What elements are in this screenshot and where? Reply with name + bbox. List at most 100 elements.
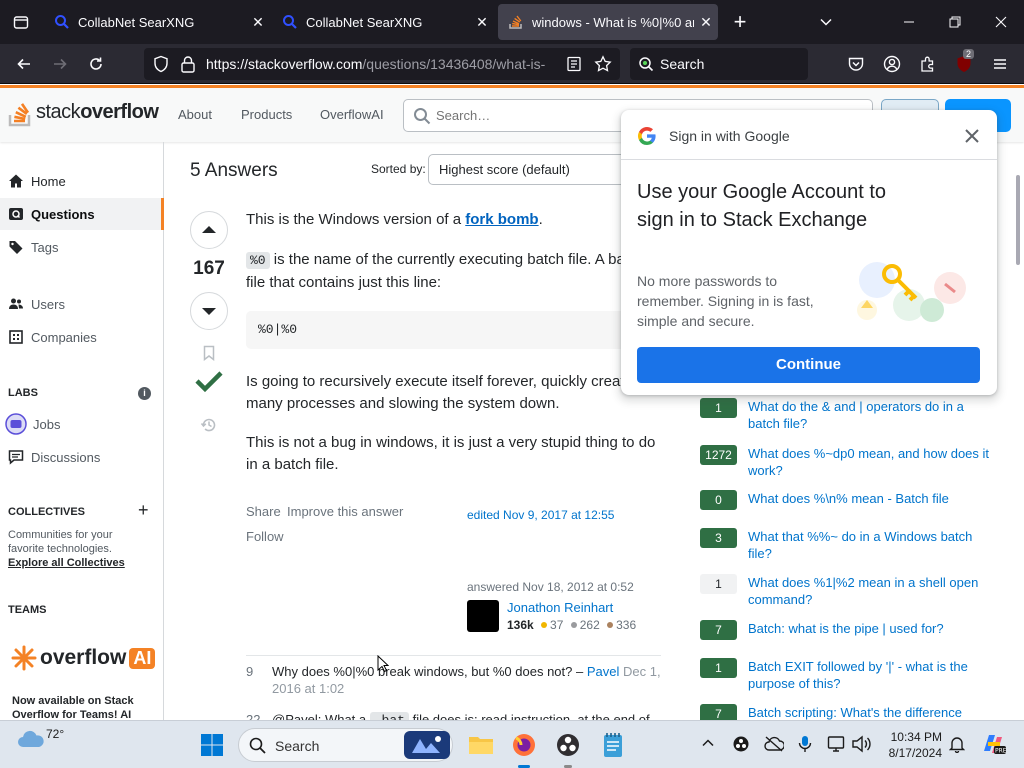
nav-overflowai[interactable]: OverflowAI — [320, 107, 384, 122]
url-text[interactable]: https://stackoverflow.com/questions/1343… — [206, 56, 556, 72]
question-link[interactable]: Batch scripting: What's the difference — [748, 704, 998, 720]
close-window-icon[interactable] — [986, 8, 1016, 36]
upvote-button[interactable] — [190, 211, 228, 249]
user-name-link[interactable]: Jonathon Reinhart — [507, 600, 613, 615]
question-link[interactable]: What does %~dp0 mean, and how does it wo… — [748, 445, 998, 479]
paragraph-text: This is the Windows version of a — [246, 211, 466, 228]
so-logo[interactable]: stack overflow — [8, 97, 159, 127]
url-bar[interactable]: https://stackoverflow.com/questions/1343… — [144, 48, 620, 80]
nav-about[interactable]: About — [178, 107, 212, 122]
sort-select[interactable]: Highest score (default) — [428, 154, 628, 185]
page-scrollbar[interactable] — [1016, 175, 1020, 265]
key-illustration-icon — [857, 262, 966, 322]
continue-button[interactable]: Continue — [637, 347, 980, 383]
taskbar-search[interactable]: Search — [238, 728, 453, 762]
question-link[interactable]: What does %1|%2 mean in a shell open com… — [748, 574, 998, 608]
history-icon[interactable] — [200, 416, 218, 434]
forward-icon[interactable] — [46, 50, 74, 78]
close-icon[interactable]: ✕ — [470, 14, 494, 31]
new-tab-icon[interactable]: + — [725, 8, 755, 36]
question-score-badge: 3 — [700, 528, 737, 548]
fork-bomb-link[interactable]: fork bomb — [465, 211, 538, 228]
display-icon[interactable] — [827, 735, 847, 753]
back-icon[interactable] — [10, 50, 38, 78]
follow-link[interactable]: Follow — [246, 529, 284, 544]
gold-badge-icon — [541, 622, 548, 628]
question-link[interactable]: Batch: what is the pipe | used for? — [748, 620, 998, 637]
nav-products[interactable]: Products — [241, 107, 292, 122]
cloud-sync-icon[interactable] — [764, 735, 784, 753]
file-explorer-icon[interactable] — [465, 729, 497, 761]
windows-start-icon[interactable] — [196, 729, 228, 761]
info-icon[interactable]: i — [138, 387, 151, 400]
sidebar-item-users[interactable]: Users — [0, 288, 164, 320]
sidebar-item-companies[interactable]: Companies — [0, 321, 164, 353]
weather-widget[interactable]: 72° — [16, 727, 64, 751]
downvote-button[interactable] — [190, 292, 228, 330]
notification-bell-icon[interactable] — [949, 735, 965, 753]
bookmark-icon[interactable] — [201, 345, 217, 361]
taskbar-clock[interactable]: 10:34 PM 8/17/2024 — [878, 729, 942, 761]
overflow-ai-text: overflow — [40, 646, 127, 669]
bookmark-star-icon[interactable] — [594, 55, 612, 73]
accepted-checkmark-icon — [195, 371, 223, 393]
sidebar-item-tags[interactable]: Tags — [0, 231, 164, 263]
hamburger-menu-icon[interactable] — [986, 50, 1014, 78]
browser-search-box[interactable]: Search — [630, 48, 808, 80]
share-link[interactable]: Share — [246, 504, 281, 519]
pocket-icon[interactable] — [842, 50, 870, 78]
firefox-icon[interactable] — [508, 729, 540, 761]
search-icon — [414, 108, 431, 125]
edited-link[interactable]: edited Nov 9, 2017 at 12:55 — [467, 508, 614, 522]
lock-icon[interactable] — [180, 55, 196, 73]
notepad-icon[interactable] — [597, 729, 629, 761]
tab-overview-icon[interactable] — [6, 8, 36, 36]
overflow-ai-badge: AI — [129, 647, 156, 669]
restore-icon[interactable] — [940, 8, 970, 36]
question-link[interactable]: Batch EXIT followed by '|' - what is the… — [748, 658, 998, 692]
chevron-up-icon[interactable] — [701, 736, 715, 750]
clock-time: 10:34 PM — [890, 730, 942, 744]
sidebar-item-home[interactable]: Home — [0, 165, 164, 197]
teams-heading: TEAMS — [8, 604, 47, 616]
question-link[interactable]: What does %\n% mean - Batch file — [748, 490, 998, 507]
add-collective-icon[interactable]: + — [138, 500, 149, 521]
extensions-icon[interactable] — [914, 50, 942, 78]
tab-searxng-1[interactable]: CollabNet SearXNG ✕ — [44, 4, 270, 40]
sidebar-item-discussions[interactable]: Discussions — [0, 441, 164, 473]
shield-icon[interactable] — [152, 55, 170, 73]
improve-answer-link[interactable]: Improve this answer — [287, 504, 403, 519]
comment-user-link[interactable]: Pavel — [587, 664, 620, 679]
close-icon[interactable]: ✕ — [694, 14, 718, 31]
close-icon[interactable]: ✕ — [246, 14, 270, 31]
tab-searxng-2[interactable]: CollabNet SearXNG ✕ — [272, 4, 494, 40]
minimize-icon[interactable] — [894, 8, 924, 36]
microphone-icon[interactable] — [798, 735, 812, 753]
collectives-text: Communities for your favorite technologi… — [8, 529, 113, 555]
obs-icon[interactable] — [552, 729, 584, 761]
paragraph-text: . — [538, 211, 543, 228]
windows-taskbar: 72° Search 10:34 PM 8/17/2024 PRE — [0, 720, 1024, 768]
explore-collectives-link[interactable]: Explore all Collectives — [8, 556, 128, 570]
reader-view-icon[interactable] — [566, 56, 582, 72]
mouse-cursor-icon — [377, 655, 389, 673]
sidebar-item-jobs[interactable]: Jobs — [0, 408, 164, 440]
answers-heading: 5 Answers — [190, 160, 278, 181]
volume-icon[interactable] — [851, 735, 871, 753]
search-icon — [639, 57, 654, 72]
question-link[interactable]: What do the & and | operators do in a ba… — [748, 398, 998, 432]
question-link[interactable]: What that %%~ do in a Windows batch file… — [748, 528, 998, 562]
avatar[interactable] — [467, 600, 499, 632]
ublock-icon[interactable]: 2 — [950, 49, 978, 78]
tab-stackoverflow[interactable]: windows - What is %0|%0 and h ✕ — [498, 4, 718, 40]
account-icon[interactable] — [878, 50, 906, 78]
obs-tray-icon[interactable] — [733, 736, 749, 752]
chevron-down-icon[interactable] — [811, 8, 841, 36]
close-icon[interactable] — [961, 125, 983, 147]
sidebar-item-questions[interactable]: Questions — [0, 198, 164, 230]
reload-icon[interactable] — [82, 50, 110, 78]
copilot-icon[interactable]: PRE — [980, 731, 1006, 757]
comment-score: 22 — [246, 712, 261, 720]
paragraph-text: is the name of the currently executing b… — [269, 251, 625, 268]
extension-badge: 2 — [963, 49, 975, 59]
